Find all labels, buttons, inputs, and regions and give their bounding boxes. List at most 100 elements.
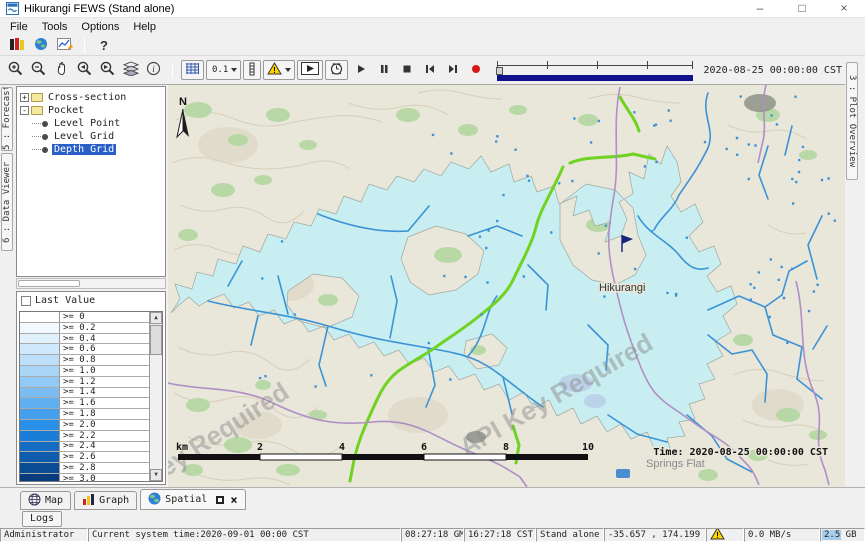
legend-row-1-4[interactable]: >= 1.4 xyxy=(20,388,162,399)
legend-row-2-0[interactable]: >= 2.0 xyxy=(20,420,162,431)
globe-button[interactable] xyxy=(29,36,53,54)
legend-row-0-8[interactable]: >= 0.8 xyxy=(20,355,162,366)
timeline-slider[interactable] xyxy=(495,58,694,82)
tab-maximize-icon[interactable] xyxy=(216,496,224,504)
legend-header: Last Value xyxy=(17,292,165,309)
menu-item-file[interactable]: File xyxy=(3,20,35,34)
left-tab-5-forecast[interactable]: 5 : Forecast xyxy=(1,87,13,151)
pause-button[interactable] xyxy=(372,59,395,81)
legend-value-label: >= 0.4 xyxy=(60,334,96,344)
legend-row-2-4[interactable]: >= 2.4 xyxy=(20,442,162,453)
scroll-up-icon[interactable]: ▲ xyxy=(150,312,162,324)
zoom-next-button[interactable] xyxy=(96,59,119,81)
legend-value-label: >= 3.0 xyxy=(60,474,96,482)
map-time-label: Time: 2020-08-25 00:00:00 CST xyxy=(653,446,828,458)
info-button[interactable]: i xyxy=(142,59,165,81)
legend-swatch xyxy=(20,323,60,333)
legend-value-label: >= 0.2 xyxy=(60,323,96,333)
scrollbar-thumb[interactable] xyxy=(18,280,80,287)
legend-row-1-6[interactable]: >= 1.6 xyxy=(20,398,162,409)
scrollbar-thumb[interactable] xyxy=(150,325,162,355)
legend-row-0-6[interactable]: >= 0.6 xyxy=(20,344,162,355)
tree-node-level-point[interactable]: Level Point xyxy=(17,117,165,130)
database-button[interactable] xyxy=(5,36,29,54)
tree-node-depth-grid[interactable]: Depth Grid xyxy=(17,143,165,156)
layers-button[interactable] xyxy=(119,59,142,81)
tree-label: Depth Grid xyxy=(52,144,116,155)
legend-value-label: >= 0 xyxy=(60,312,85,322)
legend-value-label: >= 0.6 xyxy=(60,344,96,354)
tree-label: Pocket xyxy=(46,105,86,116)
maximize-button[interactable]: □ xyxy=(781,0,823,18)
logs-button[interactable]: Logs xyxy=(22,511,62,527)
collapse-icon[interactable]: - xyxy=(20,106,29,115)
grid-icon xyxy=(185,62,200,78)
tree-node-pocket[interactable]: - Pocket xyxy=(17,104,165,117)
legend-row-0-4[interactable]: >= 0.4 xyxy=(20,334,162,345)
tree-node-cross-section[interactable]: +Cross-section xyxy=(17,91,165,104)
menu-item-tools[interactable]: Tools xyxy=(35,20,75,34)
legend-scrollbar[interactable]: ▲ ▼ xyxy=(149,312,162,481)
menu-item-options[interactable]: Options xyxy=(74,20,126,34)
record-button[interactable] xyxy=(464,59,487,81)
legend-row-0[interactable]: >= 0 xyxy=(20,312,162,323)
database-icon xyxy=(9,37,25,54)
legend-swatch xyxy=(20,334,60,344)
scroll-down-icon[interactable]: ▼ xyxy=(150,469,162,481)
svg-text:!: ! xyxy=(715,531,720,540)
zoom-out-button[interactable] xyxy=(27,59,50,81)
zoom-in-icon xyxy=(7,60,24,80)
map-toolbar: i0.1!2020-08-25 00:00:00 CST xyxy=(0,56,845,85)
legend-row-3-0[interactable]: >= 3.0 xyxy=(20,474,162,482)
tab-label: Graph xyxy=(99,495,129,506)
tree-horizontal-scrollbar[interactable] xyxy=(16,278,166,289)
legend-row-0-2[interactable]: >= 0.2 xyxy=(20,323,162,334)
step-back-button[interactable] xyxy=(418,59,441,81)
menu-item-help[interactable]: Help xyxy=(126,20,163,34)
legend-row-2-8[interactable]: >= 2.8 xyxy=(20,463,162,474)
minimize-button[interactable]: – xyxy=(739,0,781,18)
legend-row-1-8[interactable]: >= 1.8 xyxy=(20,409,162,420)
map-canvas[interactable]: API Key Required API Key Required N km 2… xyxy=(168,85,845,487)
zoom-previous-button[interactable] xyxy=(73,59,96,81)
play-icon xyxy=(355,63,367,78)
tab-graph[interactable]: Graph xyxy=(74,491,137,510)
legend-row-2-2[interactable]: >= 2.2 xyxy=(20,431,162,442)
stop-button[interactable] xyxy=(395,59,418,81)
animation-button[interactable] xyxy=(297,60,323,80)
tree-node-level-grid[interactable]: Level Grid xyxy=(17,130,165,143)
play-button[interactable] xyxy=(349,59,372,81)
status-text: Current system time:2020-09-01 00:00 CST xyxy=(92,530,309,540)
scalebar-button[interactable] xyxy=(243,60,261,80)
scalebar-icon xyxy=(247,62,257,79)
tab-close-icon[interactable]: × xyxy=(230,495,237,505)
legend-row-1-2[interactable]: >= 1.2 xyxy=(20,377,162,388)
close-button[interactable]: × xyxy=(823,0,865,18)
stop-icon xyxy=(401,63,413,78)
grid-button[interactable] xyxy=(181,60,204,80)
tab-map[interactable]: Map xyxy=(20,491,71,510)
status-system-time: Current system time:2020-09-01 00:00 CST xyxy=(88,528,401,542)
map-view[interactable]: API Key Required API Key Required N km 2… xyxy=(168,85,845,487)
timeseries-button[interactable] xyxy=(53,36,77,54)
status-text: Administrator xyxy=(4,530,74,540)
step-forward-button[interactable] xyxy=(441,59,464,81)
tab-spatial[interactable]: Spatial× xyxy=(140,489,245,510)
left-tab-6-data-viewer[interactable]: 6 : Data Viewer xyxy=(1,153,13,251)
zoom-next-icon xyxy=(99,60,116,80)
tree-label: Level Grid xyxy=(52,131,116,142)
pan-hand-button[interactable] xyxy=(50,59,73,81)
zoom-in-button[interactable] xyxy=(4,59,27,81)
legend-row-1-0[interactable]: >= 1.0 xyxy=(20,366,162,377)
timeline-track[interactable] xyxy=(497,61,692,69)
warning-dropdown[interactable]: ! xyxy=(263,60,295,80)
timeline-thumb[interactable] xyxy=(496,67,503,75)
legend-swatch xyxy=(20,398,60,408)
timer-button[interactable] xyxy=(325,60,348,80)
decimal-dropdown[interactable]: 0.1 xyxy=(206,60,241,80)
help-button[interactable]: ? xyxy=(92,36,116,54)
legend-row-2-6[interactable]: >= 2.6 xyxy=(20,452,162,463)
last-value-checkbox[interactable] xyxy=(21,296,31,306)
expand-icon[interactable]: + xyxy=(20,93,29,102)
right-tab-3-plot-overview[interactable]: 3 : Plot Overview xyxy=(846,62,858,180)
